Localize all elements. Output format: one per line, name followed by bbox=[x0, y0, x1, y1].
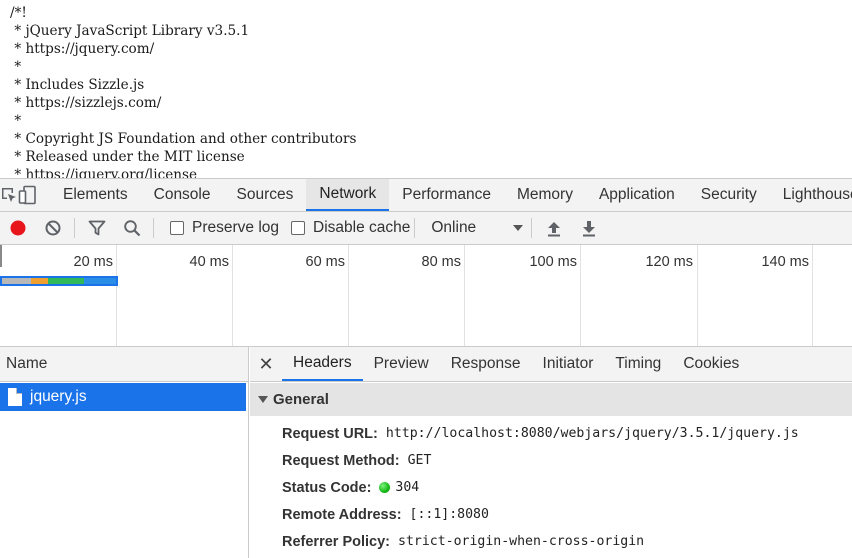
header-value: http://localhost:8080/webjars/jquery/3.5… bbox=[385, 426, 799, 441]
code-line: * Includes Sizzle.js bbox=[10, 77, 145, 93]
code-line: * https://jquery.org/license bbox=[10, 167, 198, 178]
general-section-header[interactable]: General bbox=[250, 383, 852, 416]
request-name: jquery.js bbox=[30, 388, 87, 405]
tab-memory[interactable]: Memory bbox=[504, 179, 586, 211]
tab-response[interactable]: Response bbox=[440, 347, 532, 381]
timeline-tick: 40 ms bbox=[189, 254, 230, 270]
toolbar-divider bbox=[531, 218, 533, 238]
toolbar-divider bbox=[153, 218, 154, 238]
code-line: * jQuery JavaScript Library v3.5.1 bbox=[10, 23, 250, 39]
devtools-tabbar: Elements Console Sources Network Perform… bbox=[0, 178, 852, 212]
search-icon[interactable] bbox=[114, 212, 149, 245]
timeline-tick: 80 ms bbox=[421, 254, 462, 270]
section-title: General bbox=[273, 391, 329, 408]
throttling-select[interactable]: Online bbox=[431, 219, 527, 237]
grid-line bbox=[348, 245, 349, 346]
inspect-element-icon[interactable] bbox=[0, 179, 18, 211]
filter-icon[interactable] bbox=[79, 212, 114, 245]
chevron-down-icon bbox=[513, 225, 524, 231]
code-line: * Copyright JS Foundation and other cont… bbox=[10, 131, 357, 147]
timing-segment bbox=[30, 278, 48, 284]
header-value: 304 bbox=[395, 480, 420, 495]
import-har-icon[interactable] bbox=[536, 212, 571, 245]
toolbar-divider bbox=[74, 218, 75, 238]
throttling-value: Online bbox=[431, 219, 477, 236]
device-toolbar-icon[interactable] bbox=[18, 179, 38, 211]
network-overview[interactable]: 20 ms 40 ms 60 ms 80 ms 100 ms 120 ms 14… bbox=[0, 245, 852, 347]
header-key: Referrer Policy: bbox=[282, 533, 390, 550]
timeline-tick: 60 ms bbox=[305, 254, 346, 270]
tab-application[interactable]: Application bbox=[586, 179, 688, 211]
header-row-remote-address: Remote Address: [::1]:8080 bbox=[250, 501, 852, 528]
header-row-status-code: Status Code: 304 bbox=[250, 474, 852, 501]
grid-line bbox=[697, 245, 698, 346]
timeline-tick: 100 ms bbox=[529, 254, 577, 270]
header-key: Status Code: bbox=[282, 479, 372, 496]
tab-cookies[interactable]: Cookies bbox=[672, 347, 750, 381]
disable-cache-checkbox[interactable]: Disable cache bbox=[291, 219, 410, 237]
tab-lighthouse[interactable]: Lighthouse bbox=[770, 179, 852, 211]
header-key: Request Method: bbox=[282, 452, 400, 469]
checkbox-box[interactable] bbox=[170, 221, 184, 235]
timing-segment bbox=[84, 278, 116, 284]
header-value: [::1]:8080 bbox=[409, 507, 489, 522]
source-pane: /*! * jQuery JavaScript Library v3.5.1 *… bbox=[0, 0, 852, 178]
timeline-tick: 140 ms bbox=[761, 254, 809, 270]
timeline-tick: 120 ms bbox=[645, 254, 693, 270]
header-row-referrer-policy: Referrer Policy: strict-origin-when-cros… bbox=[250, 528, 852, 555]
grid-line bbox=[812, 245, 813, 346]
request-list: Name jquery.js bbox=[0, 347, 249, 558]
timeline-tick: 20 ms bbox=[73, 254, 114, 270]
triangle-down-icon bbox=[258, 396, 268, 403]
document-icon bbox=[8, 388, 22, 406]
preserve-log-label: Preserve log bbox=[192, 219, 280, 236]
clear-icon[interactable] bbox=[35, 212, 70, 245]
tab-preview[interactable]: Preview bbox=[363, 347, 440, 381]
code-line: * bbox=[10, 113, 22, 129]
header-value: GET bbox=[407, 453, 432, 468]
header-value: strict-origin-when-cross-origin bbox=[398, 534, 645, 549]
timing-segment bbox=[2, 278, 31, 284]
code-line: * https://sizzlejs.com/ bbox=[10, 95, 162, 111]
code-line: * Released under the MIT license bbox=[10, 149, 245, 165]
code-line: * https://jquery.com/ bbox=[10, 41, 155, 57]
code-line: * bbox=[10, 59, 22, 75]
header-row-request-url: Request URL: http://localhost:8080/webja… bbox=[250, 420, 852, 447]
tab-sources[interactable]: Sources bbox=[224, 179, 307, 211]
header-row-request-method: Request Method: GET bbox=[250, 447, 852, 474]
tab-console[interactable]: Console bbox=[141, 179, 224, 211]
header-key: Request URL: bbox=[282, 425, 378, 442]
toolbar-divider bbox=[414, 218, 416, 238]
checkbox-box[interactable] bbox=[291, 221, 306, 235]
tab-headers[interactable]: Headers bbox=[282, 347, 363, 381]
grid-line bbox=[232, 245, 233, 346]
tab-initiator[interactable]: Initiator bbox=[532, 347, 605, 381]
timing-segment bbox=[47, 278, 85, 284]
timeline-marker bbox=[0, 245, 2, 267]
code-line: /*! bbox=[10, 5, 27, 21]
export-har-icon[interactable] bbox=[571, 212, 606, 245]
grid-line bbox=[464, 245, 465, 346]
source-code: /*! * jQuery JavaScript Library v3.5.1 *… bbox=[0, 0, 852, 178]
record-icon[interactable] bbox=[0, 212, 35, 245]
tab-elements[interactable]: Elements bbox=[50, 179, 141, 211]
details-tabbar: ✕ Headers Preview Response Initiator Tim… bbox=[250, 347, 852, 382]
tab-performance[interactable]: Performance bbox=[389, 179, 504, 211]
network-toolbar: Preserve log Disable cache Online bbox=[0, 212, 852, 245]
name-column-header[interactable]: Name bbox=[0, 347, 248, 382]
request-row[interactable]: jquery.js bbox=[0, 383, 246, 411]
grid-line bbox=[116, 245, 117, 346]
request-timing-bar bbox=[0, 276, 118, 286]
tab-security[interactable]: Security bbox=[688, 179, 770, 211]
header-key: Remote Address: bbox=[282, 506, 402, 523]
close-icon[interactable]: ✕ bbox=[250, 347, 282, 381]
tab-network[interactable]: Network bbox=[306, 179, 390, 211]
preserve-log-checkbox[interactable]: Preserve log bbox=[170, 219, 279, 237]
request-details: ✕ Headers Preview Response Initiator Tim… bbox=[250, 347, 852, 558]
status-ok-icon bbox=[379, 482, 391, 493]
grid-line bbox=[580, 245, 581, 346]
disable-cache-label: Disable cache bbox=[313, 219, 411, 236]
tab-timing[interactable]: Timing bbox=[604, 347, 672, 381]
